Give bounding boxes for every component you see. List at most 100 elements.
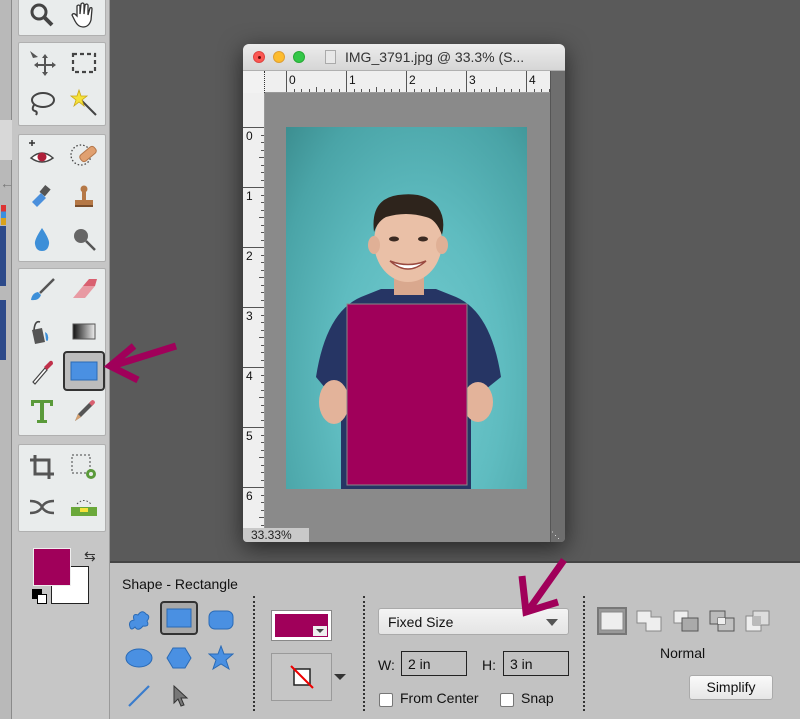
ruler-origin[interactable] [243,71,265,93]
combine-exclude-icon [745,610,770,632]
gradient-icon [72,323,96,340]
snap-checkbox[interactable] [500,693,514,707]
shape-selection-button[interactable] [162,679,200,713]
canvas-area[interactable] [265,93,550,528]
divider [363,596,365,711]
gradient-tool[interactable] [65,313,103,349]
spot-healing-brush-tool[interactable] [65,137,103,173]
ruler-major-tick [406,71,407,92]
height-label: H: [482,657,496,673]
custom-shape-icon [129,611,150,630]
vertical-ruler[interactable]: 0 1 2 3 4 5 6 [243,93,265,528]
lasso-tool[interactable] [23,85,61,121]
tool-options-title: Shape - Rectangle [122,576,238,592]
foreground-color-swatch[interactable] [33,548,71,586]
custom-shape-button[interactable] [120,603,158,637]
boy-photo [316,194,501,489]
document-titlebar[interactable]: IMG_3791.jpg @ 33.3% (S... [243,44,565,71]
drawn-rectangle-shape[interactable] [346,303,468,486]
ruler-major-tick [243,307,264,308]
rounded-rectangle-shape-button[interactable] [202,603,240,637]
combine-normal-button[interactable] [597,607,627,635]
bandage-icon [70,144,97,166]
simplify-button[interactable]: Simplify [689,675,773,700]
combine-subtract-button[interactable] [671,607,701,635]
from-center-label[interactable]: From Center [400,690,479,706]
ruler-label: 3 [469,73,476,87]
height-input[interactable]: 3 in [503,651,569,676]
paint-bucket-tool[interactable] [23,313,61,349]
stroke-style-button[interactable] [271,653,332,701]
content-aware-move-tool[interactable] [23,489,61,525]
ellipse-shape-button[interactable] [120,641,158,675]
combine-add-button[interactable] [634,607,664,635]
rectangle-shape-button[interactable] [160,601,198,635]
from-center-checkbox[interactable] [379,693,393,707]
eraser-tool[interactable] [65,273,103,309]
resize-grip-icon[interactable]: ⋱ [551,530,561,540]
ruler-major-tick [286,71,287,92]
photo-canvas[interactable] [286,127,527,489]
combine-mode-label: Normal [660,645,706,661]
rectangle-shape-icon [70,361,98,381]
star-shape-button[interactable] [202,641,240,675]
shape-tool[interactable] [63,351,105,391]
brush-tool[interactable] [23,273,61,309]
smart-brush-tool[interactable] [23,179,61,215]
ruler-major-tick [243,187,264,188]
move-tool[interactable] [23,45,61,81]
default-colors-button[interactable] [32,589,48,605]
red-eye-removal-tool[interactable] [23,137,61,173]
swap-colors-icon[interactable]: ⇆ [84,548,96,565]
clone-stamp-tool[interactable] [65,179,103,215]
width-label: W: [378,657,395,673]
ruler-label: 2 [246,249,253,263]
polygon-shape-button[interactable] [160,641,198,675]
straighten-tool[interactable] [65,489,103,525]
zoom-tool[interactable] [23,0,61,33]
type-tool[interactable] [23,393,61,429]
combine-intersect-icon [709,610,735,632]
sponge-tool[interactable] [65,221,103,257]
vertical-scrollbar[interactable] [550,71,565,542]
pencil-tool[interactable] [65,393,103,429]
ruler-label: 2 [409,73,416,87]
fill-color-picker[interactable] [271,610,332,641]
stamp-icon [75,185,93,207]
ruler-label: 0 [289,73,296,87]
paint-bucket-icon [32,320,49,344]
close-window-button[interactable] [253,51,265,63]
eraser-icon [73,279,97,298]
magnifier-icon [30,3,54,27]
maximize-window-button[interactable] [293,51,305,63]
combine-intersect-button[interactable] [707,607,737,635]
ruler-label: 5 [246,429,253,443]
color-picker-tool[interactable] [23,353,61,389]
rectangular-marquee-tool[interactable] [65,45,103,81]
zoom-level-readout[interactable]: 33.33% [243,528,309,542]
horizontal-ruler[interactable]: 0 1 2 3 4 [265,71,550,93]
combine-add-icon [636,610,662,632]
snap-label[interactable]: Snap [521,690,554,706]
rectangle-icon [166,608,192,628]
tool-group-view [18,0,106,36]
brush-icon [31,278,55,301]
chevron-down-icon [546,619,558,626]
shuffle-icon [29,499,55,515]
hand-tool[interactable] [65,0,103,33]
ruler-label: 0 [246,129,253,143]
width-input[interactable]: 2 in [401,651,467,676]
level-icon [71,500,97,516]
stroke-dropdown-arrow-icon[interactable] [334,674,346,680]
line-icon [128,685,150,707]
tool-group-select [18,42,106,126]
recompose-tool[interactable] [65,449,103,485]
magic-wand-tool[interactable] [65,85,103,121]
combine-exclude-button[interactable] [743,607,773,635]
crop-tool[interactable] [23,449,61,485]
blur-tool[interactable] [23,221,61,257]
minimize-window-button[interactable] [273,51,285,63]
hand-icon [71,2,93,28]
line-shape-button[interactable] [120,679,158,713]
tool-group-enhance [18,134,106,262]
